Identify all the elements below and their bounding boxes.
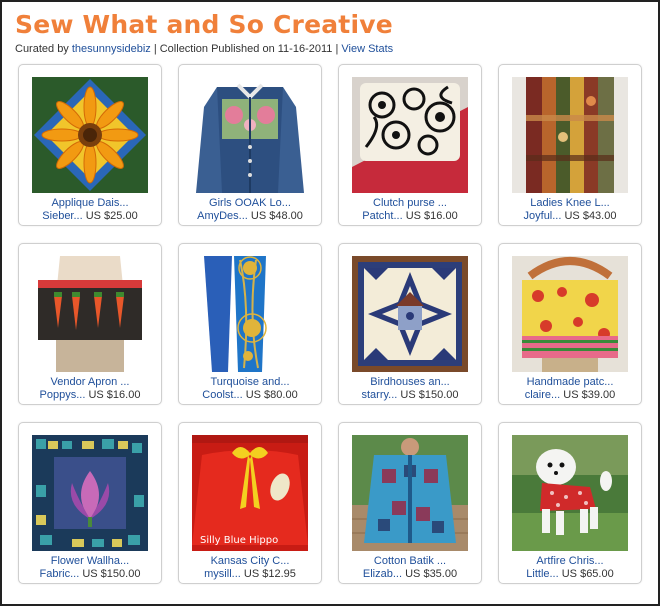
item-card[interactable]: Girls OOAK Lo... AmyDes... US $48.00 [178, 64, 322, 226]
item-card[interactable]: Clutch purse ... Patcht... US $16.00 [338, 64, 482, 226]
item-seller-link[interactable]: mysill... [204, 568, 241, 580]
item-card[interactable]: Handmade patc... claire... US $39.00 [498, 243, 642, 405]
item-price: US $150.00 [400, 389, 459, 401]
curator-link[interactable]: thesunnysidebiz [72, 43, 151, 55]
item-seller-link[interactable]: Poppys... [40, 389, 86, 401]
item-title-link[interactable]: Birdhouses an... [339, 376, 481, 388]
item-image[interactable] [192, 256, 308, 372]
item-image[interactable] [512, 256, 628, 372]
item-title-link[interactable]: Kansas City C... [179, 555, 321, 567]
curated-prefix: Curated by [15, 43, 69, 55]
item-seller-link[interactable]: Coolst... [202, 389, 242, 401]
item-seller-price: Poppys... US $16.00 [19, 389, 161, 401]
item-card[interactable]: Turquoise and... Coolst... US $80.00 [178, 243, 322, 405]
item-title-link[interactable]: Turquoise and... [179, 376, 321, 388]
item-seller-price: starry... US $150.00 [339, 389, 481, 401]
item-seller-price: Joyful... US $43.00 [499, 210, 641, 222]
item-seller-link[interactable]: Little... [526, 568, 558, 580]
item-card[interactable]: Silly Blue Hippo Kansas City C... mysill… [178, 422, 322, 584]
item-title-link[interactable]: Cotton Batik ... [339, 555, 481, 567]
item-seller-price: Patcht... US $16.00 [339, 210, 481, 222]
item-seller-price: Fabric... US $150.00 [19, 568, 161, 580]
item-card[interactable]: Flower Wallha... Fabric... US $150.00 [18, 422, 162, 584]
item-price: US $12.95 [243, 568, 296, 580]
collection-meta: Curated by thesunnysidebiz | Collection … [15, 43, 393, 55]
item-title-link[interactable]: Girls OOAK Lo... [179, 197, 321, 209]
item-image[interactable] [32, 435, 148, 551]
item-seller-link[interactable]: AmyDes... [197, 210, 248, 222]
item-price: US $16.00 [405, 210, 458, 222]
item-seller-link[interactable]: starry... [361, 389, 397, 401]
item-title-link[interactable]: Flower Wallha... [19, 555, 161, 567]
view-stats-link[interactable]: View Stats [341, 43, 393, 55]
item-title-link[interactable]: Vendor Apron ... [19, 376, 161, 388]
item-image[interactable] [32, 77, 148, 193]
item-price: US $80.00 [245, 389, 298, 401]
item-price: US $39.00 [563, 389, 616, 401]
item-card[interactable]: Ladies Knee L... Joyful... US $43.00 [498, 64, 642, 226]
item-seller-price: Coolst... US $80.00 [179, 389, 321, 401]
item-title-link[interactable]: Handmade patc... [499, 376, 641, 388]
item-seller-price: mysill... US $12.95 [179, 568, 321, 580]
item-seller-price: Elizab... US $35.00 [339, 568, 481, 580]
item-price: US $35.00 [405, 568, 458, 580]
item-card[interactable]: Vendor Apron ... Poppys... US $16.00 [18, 243, 162, 405]
item-title-link[interactable]: Applique Dais... [19, 197, 161, 209]
published-text: | Collection Published on 11-16-2011 | [153, 43, 339, 55]
item-seller-link[interactable]: claire... [525, 389, 560, 401]
item-seller-link[interactable]: Sieber... [42, 210, 82, 222]
item-card[interactable]: Applique Dais... Sieber... US $25.00 [18, 64, 162, 226]
item-image[interactable] [192, 77, 308, 193]
item-price: US $150.00 [82, 568, 141, 580]
collection-frame: Sew What and So Creative Curated by thes… [0, 0, 660, 606]
item-card[interactable]: Cotton Batik ... Elizab... US $35.00 [338, 422, 482, 584]
item-price: US $25.00 [85, 210, 138, 222]
item-image[interactable] [512, 77, 628, 193]
item-price: US $48.00 [250, 210, 303, 222]
item-image[interactable]: Silly Blue Hippo [192, 435, 308, 551]
item-card[interactable]: Artfire Chris... Little... US $65.00 [498, 422, 642, 584]
item-title-link[interactable]: Artfire Chris... [499, 555, 641, 567]
watermark-text: Silly Blue Hippo [200, 535, 278, 546]
item-seller-price: AmyDes... US $48.00 [179, 210, 321, 222]
item-seller-link[interactable]: Joyful... [524, 210, 562, 222]
item-image[interactable] [352, 77, 468, 193]
page-title: Sew What and So Creative [15, 10, 393, 39]
item-seller-link[interactable]: Patcht... [362, 210, 402, 222]
item-image[interactable] [352, 256, 468, 372]
item-card[interactable]: Birdhouses an... starry... US $150.00 [338, 243, 482, 405]
item-image[interactable] [512, 435, 628, 551]
item-seller-price: claire... US $39.00 [499, 389, 641, 401]
item-title-link[interactable]: Ladies Knee L... [499, 197, 641, 209]
item-price: US $43.00 [564, 210, 617, 222]
item-price: US $16.00 [88, 389, 141, 401]
item-title-link[interactable]: Clutch purse ... [339, 197, 481, 209]
item-image[interactable] [352, 435, 468, 551]
item-seller-link[interactable]: Fabric... [40, 568, 80, 580]
item-price: US $65.00 [561, 568, 614, 580]
item-seller-price: Sieber... US $25.00 [19, 210, 161, 222]
item-image[interactable] [32, 256, 148, 372]
item-seller-link[interactable]: Elizab... [363, 568, 402, 580]
item-seller-price: Little... US $65.00 [499, 568, 641, 580]
